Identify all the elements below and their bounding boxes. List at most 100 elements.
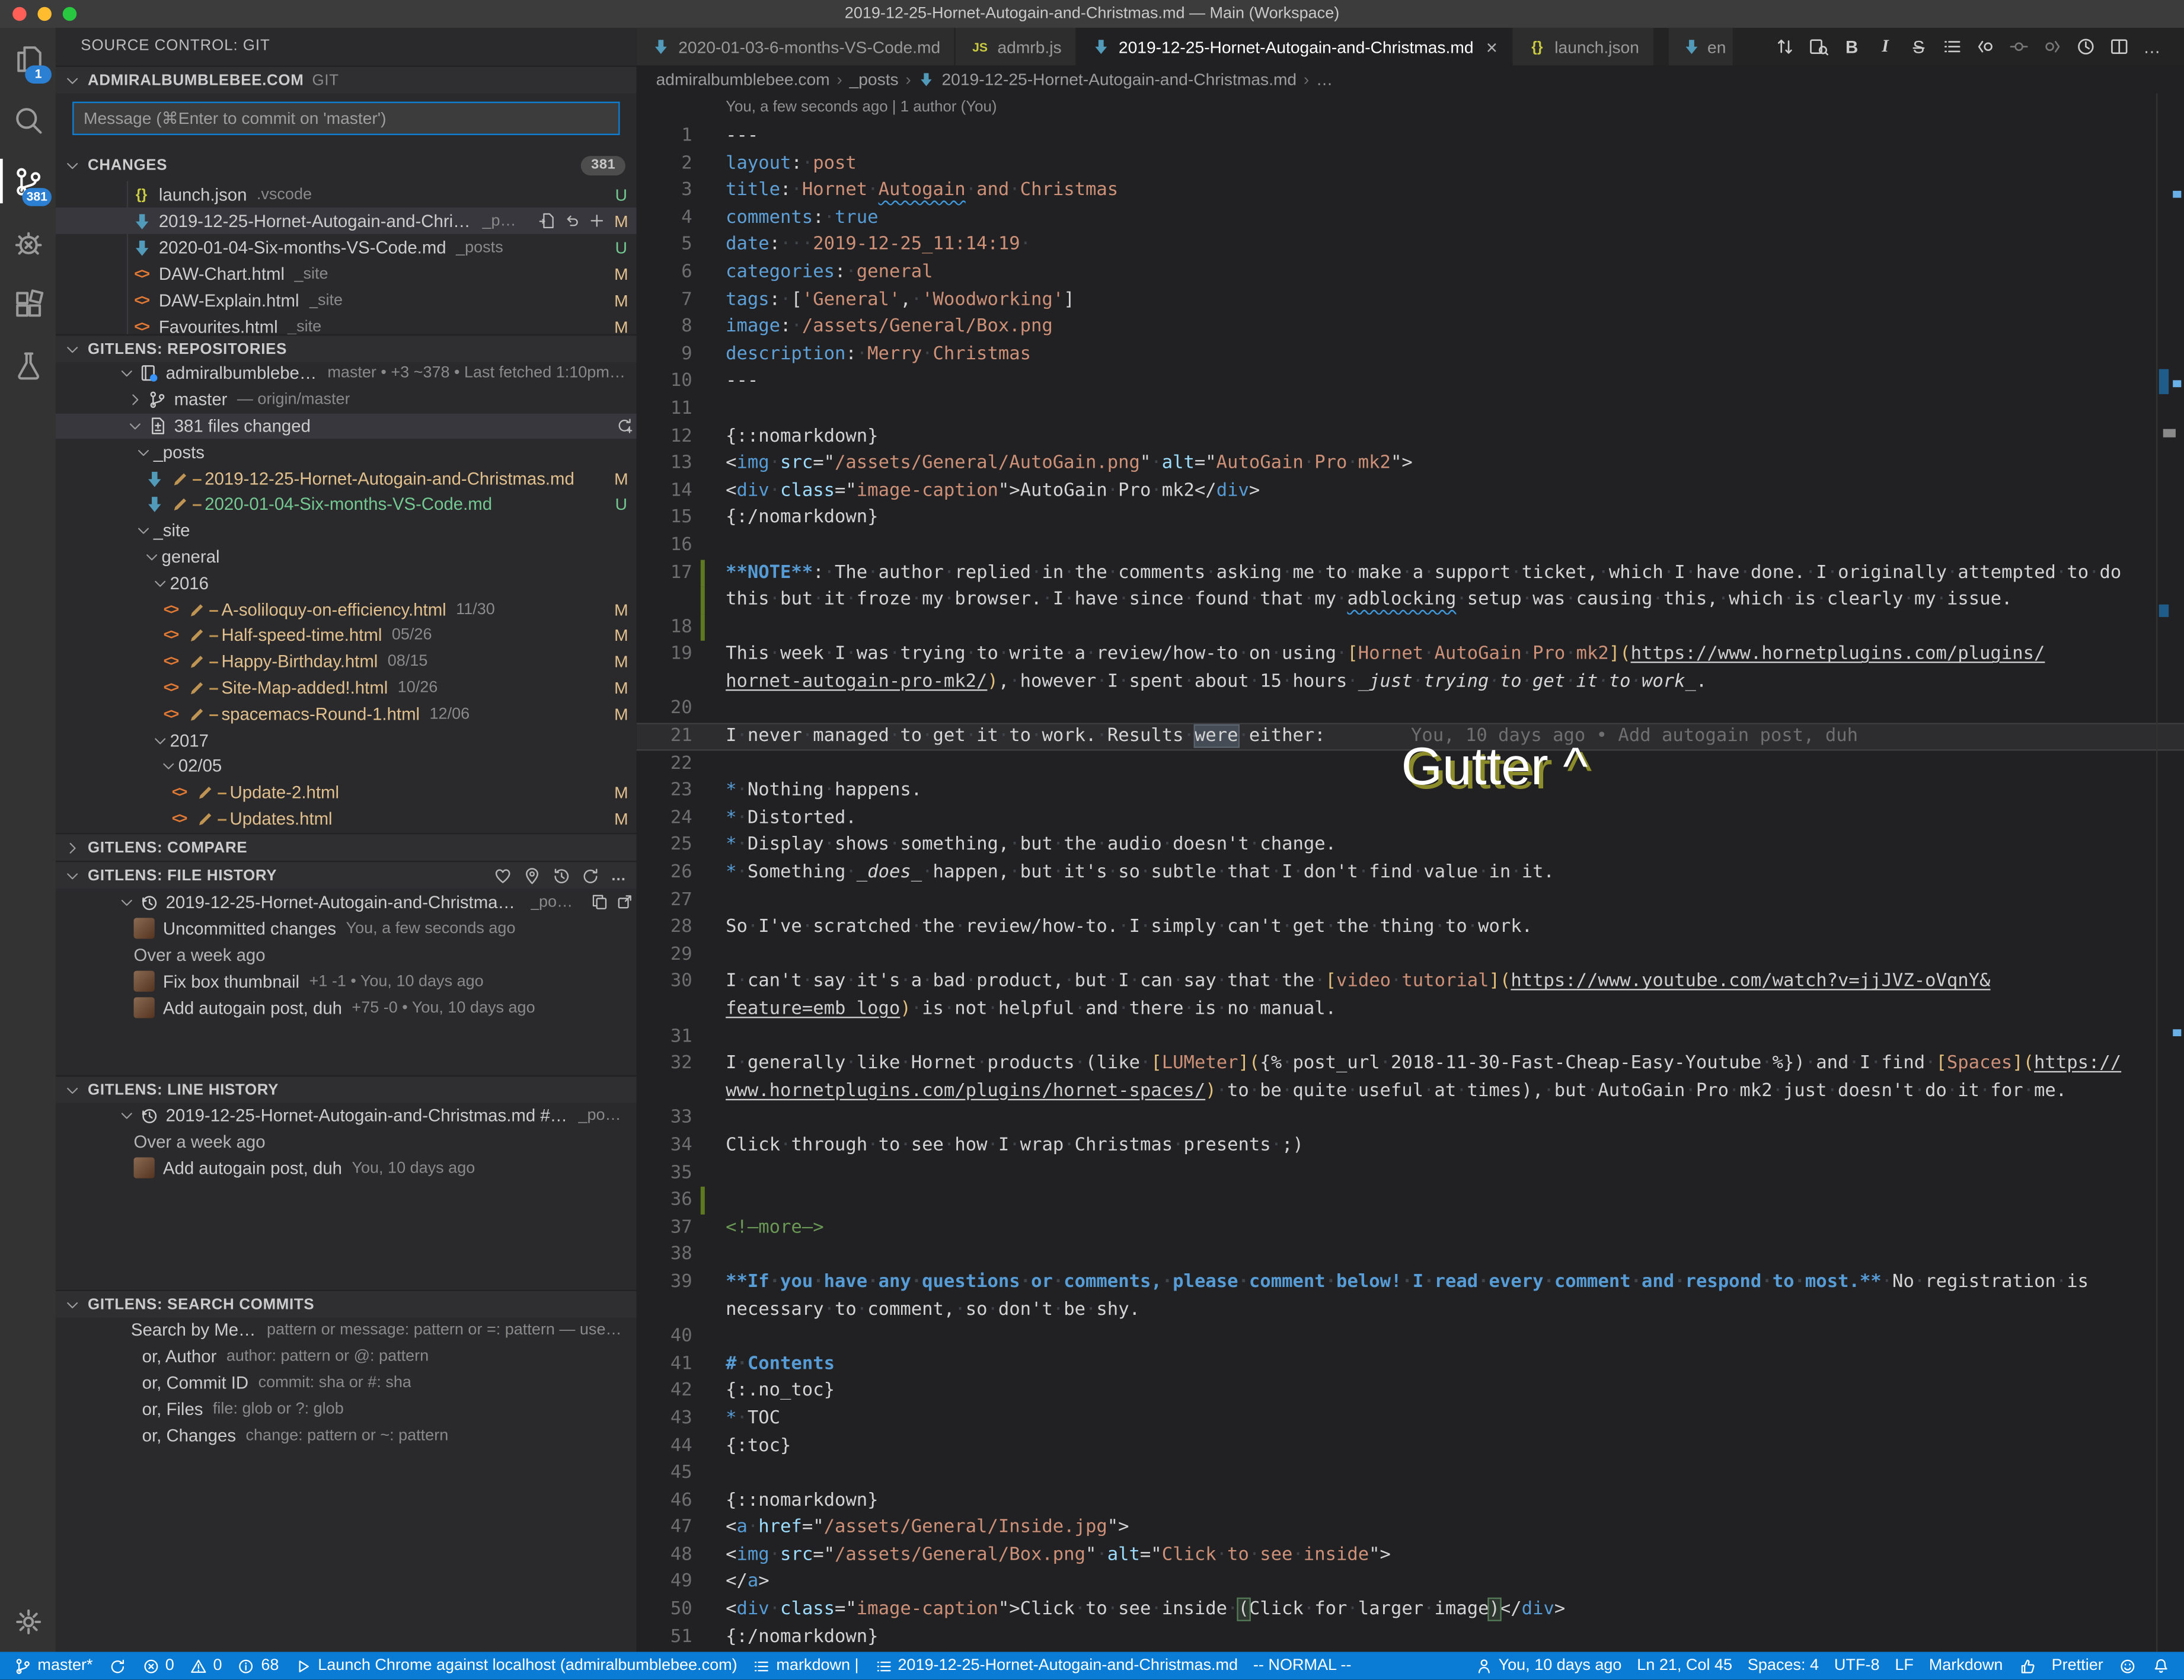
repo-tree-row[interactable]: <>–Update-2.htmlM	[56, 780, 637, 806]
zoom-window-button[interactable]	[63, 7, 76, 21]
code-line-20[interactable]: 20	[637, 696, 2184, 723]
repo-tree-row[interactable]: <>–spacemacs-Round-1.html12/06M	[56, 701, 637, 727]
status-blame-status[interactable]: You, 10 days ago	[1475, 1657, 1622, 1675]
code-line-4[interactable]: 4comments:·true	[637, 205, 2184, 232]
repo-tree-row[interactable]: admiralbumblebee.commaster • +3 ~378 • L…	[56, 361, 637, 387]
status-notifications[interactable]	[2152, 1657, 2170, 1675]
code-line-6[interactable]: 6categories:·general	[637, 259, 2184, 286]
status-feedback[interactable]	[2018, 1657, 2036, 1675]
activity-item-settings[interactable]	[0, 1590, 56, 1652]
status-cursor-position[interactable]: Ln 21, Col 45	[1637, 1657, 1732, 1674]
code-line-34[interactable]: 34Click·through·to·see·how·I·wrap·Christ…	[637, 1132, 2184, 1160]
file-history-row[interactable]: Fix box thumbnail+1 -1 • You, 10 days ag…	[56, 968, 637, 995]
status-indentation[interactable]: Spaces: 4	[1748, 1657, 1819, 1674]
editor-tab[interactable]: {}launch.json	[1513, 28, 1655, 65]
copy-icon[interactable]	[586, 891, 611, 914]
section-header[interactable]: GITLENS: REPOSITORIES	[56, 334, 637, 362]
section-header[interactable]: GITLENS: LINE HISTORY	[56, 1075, 637, 1103]
code-line-48[interactable]: 48<img·src="/assets/General/Box.png"·alt…	[637, 1542, 2184, 1569]
code-line-50[interactable]: 50<div·class="image-caption">Click·to·se…	[637, 1596, 2184, 1624]
code-line-24[interactable]: 24*·Distorted.	[637, 805, 2184, 832]
search-commit-row[interactable]: or, Commit IDcommit: sha or #: sha	[56, 1369, 637, 1396]
scm-change-row[interactable]: {}launch.json.vscodeU	[56, 181, 637, 207]
code-line-37[interactable]: 37<!—more—>	[637, 1214, 2184, 1241]
activity-item-explorer[interactable]: 1	[0, 28, 56, 89]
code-line-19[interactable]: 19This·week·I·was·trying·to·write·a·revi…	[637, 641, 2184, 668]
code-line-25[interactable]: 25*·Display·shows·something,·but·the·aud…	[637, 832, 2184, 860]
activity-item-search[interactable]	[0, 89, 56, 150]
code-line-36[interactable]: 36	[637, 1187, 2184, 1214]
repo-tree-row[interactable]: <>–Updates.htmlM	[56, 806, 637, 832]
code-line-wrap[interactable]: this·but·it·froze·my·browser.·I·have·sin…	[637, 586, 2184, 614]
line-history-row[interactable]: Over a week ago	[56, 1128, 637, 1155]
more-icon[interactable]: …	[607, 864, 631, 887]
status-problems-language[interactable]: markdown |	[752, 1657, 858, 1675]
code-line-38[interactable]: 38	[637, 1241, 2184, 1269]
code-line-33[interactable]: 33	[637, 1105, 2184, 1132]
code-line-17[interactable]: 17**NOTE**:·The·author·replied·in·the·co…	[637, 559, 2184, 586]
code-line-3[interactable]: 3title:·Hornet·Autogain·and·Christmas	[637, 177, 2184, 205]
code-line-39[interactable]: 39**If·you·have·any·questions·or·comment…	[637, 1269, 2184, 1296]
toolbar-listIcon-icon[interactable]	[1937, 32, 1966, 61]
scm-change-row[interactable]: 2020-01-04-Six-months-VS-Code.md_postsU	[56, 234, 637, 261]
minimize-window-button[interactable]	[37, 7, 51, 21]
status-branch-indicator[interactable]: master*	[14, 1657, 92, 1675]
discard-icon[interactable]	[558, 210, 583, 232]
repo-tree-row[interactable]: 381 files changed	[56, 413, 637, 439]
code-line-wrap[interactable]: necessary·to·comment,·so·don't·be·shy.	[637, 1296, 2184, 1323]
repo-tree-row[interactable]: <>–Happy-Birthday.html08/15M	[56, 649, 637, 675]
code-line-13[interactable]: 13<img·src="/assets/General/AutoGain.png…	[637, 450, 2184, 477]
status-sync-button[interactable]	[108, 1657, 126, 1675]
toolbar-more-icon[interactable]: …	[2138, 32, 2167, 61]
toolbar-split-icon[interactable]	[2105, 32, 2134, 61]
editor-tab[interactable]: 2020-01-03-6-months-VS-Code.md	[637, 28, 956, 65]
file-history-row[interactable]: Over a week ago	[56, 941, 637, 968]
code-line-27[interactable]: 27	[637, 887, 2184, 914]
code-line-16[interactable]: 16	[637, 532, 2184, 559]
changes-section-header[interactable]: CHANGES 381	[56, 152, 637, 178]
breadcrumb[interactable]: admiralbumblebee.com›_posts›2019-12-25-H…	[637, 65, 2184, 93]
status-language-mode[interactable]: Markdown	[1929, 1657, 2003, 1674]
status-encoding[interactable]: UTF-8	[1834, 1657, 1880, 1674]
search-commit-row[interactable]: Search by Messagepattern or message: pat…	[56, 1316, 637, 1343]
status-active-file[interactable]: 2019-12-25-Hornet-Autogain-and-Christmas…	[874, 1657, 1238, 1675]
code-line-12[interactable]: 12{::nomarkdown}	[637, 423, 2184, 450]
toolbar-clock-icon[interactable]	[2071, 32, 2100, 61]
code-line-41[interactable]: 41#·Contents	[637, 1350, 2184, 1378]
status-eol[interactable]: LF	[1895, 1657, 1914, 1674]
toolbar-italT-icon[interactable]: I	[1870, 32, 1899, 61]
histArrow-icon[interactable]	[549, 864, 573, 887]
breadcrumb-item[interactable]: 2019-12-25-Hornet-Autogain-and-Christmas…	[941, 69, 1297, 89]
code-line-31[interactable]: 31	[637, 1023, 2184, 1050]
overview-ruler[interactable]	[2156, 93, 2184, 1652]
status-tweet-feedback[interactable]	[2119, 1657, 2137, 1675]
breadcrumb-item[interactable]: _posts	[850, 69, 899, 89]
code-line-42[interactable]: 42{:.no_toc}	[637, 1378, 2184, 1405]
close-window-button[interactable]	[12, 7, 26, 21]
section-header[interactable]: GITLENS: COMPARE	[56, 833, 637, 861]
status-vim-mode[interactable]: -- NORMAL --	[1253, 1657, 1352, 1674]
heart-icon[interactable]	[490, 864, 514, 887]
repo-tree-row[interactable]: 02/05	[56, 753, 637, 780]
repo-tree-row[interactable]: _site	[56, 518, 637, 544]
activity-item-source-control[interactable]: 381	[0, 151, 56, 212]
code-line-32[interactable]: 32I·generally·like·Hornet·products·(like…	[637, 1050, 2184, 1078]
status-warnings-count[interactable]: 0	[190, 1657, 222, 1675]
code-line-15[interactable]: 15{:/nomarkdown}	[637, 504, 2184, 532]
line-history-row[interactable]: 2019-12-25-Hornet-Autogain-and-Christmas…	[56, 1101, 637, 1128]
code-line-40[interactable]: 40	[637, 1323, 2184, 1350]
gotoFile-icon[interactable]	[534, 210, 558, 232]
code-line-30[interactable]: 30I·can't·say·it's·a·bad·product,·but·I·…	[637, 969, 2184, 996]
file-history-row[interactable]: 2019-12-25-Hornet-Autogain-and-Christmas…	[56, 889, 637, 915]
codelens[interactable]: You, a few seconds ago | 1 author (You)	[637, 93, 2184, 122]
status-info-count[interactable]: 68	[237, 1657, 279, 1675]
openExt-icon[interactable]	[611, 891, 636, 914]
code-line-5[interactable]: 5date:···2019-12-25_11:14:19·	[637, 232, 2184, 259]
code-line-1[interactable]: 1---	[637, 123, 2184, 150]
scm-change-row[interactable]: 2019-12-25-Hornet-Autogain-and-Christmas…	[56, 207, 637, 234]
repo-tree-row[interactable]: <>–Site-Map-added!.html10/26M	[56, 675, 637, 701]
code-line-2[interactable]: 2layout:·post	[637, 150, 2184, 177]
code-line-14[interactable]: 14<div·class="image-caption">AutoGain·Pr…	[637, 477, 2184, 504]
code-line-29[interactable]: 29	[637, 941, 2184, 969]
code-line-26[interactable]: 26*·Something·_does_·happen,·but·it's·so…	[637, 860, 2184, 887]
